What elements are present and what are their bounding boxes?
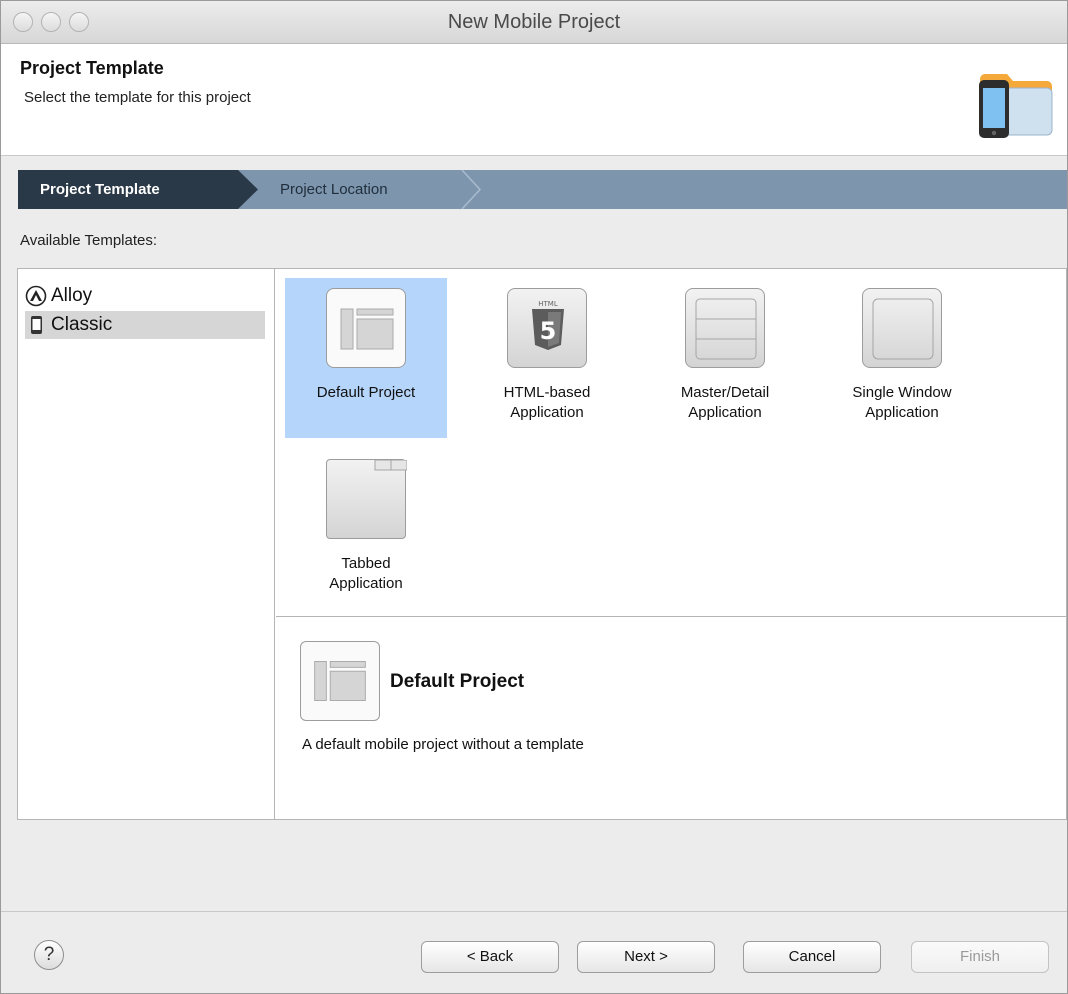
window-title: New Mobile Project — [447, 11, 621, 33]
html5-icon: HTML 5 — [507, 288, 587, 368]
templates-panel: Alloy Classic Default Project HTML 5 HTM… — [17, 268, 1067, 820]
template-single-window-application[interactable]: Single Window Application — [821, 278, 983, 438]
description-text: A default mobile project without a templ… — [302, 736, 584, 753]
svg-text:HTML: HTML — [538, 300, 558, 308]
category-list: Alloy Classic — [18, 269, 275, 819]
template-default-project[interactable]: Default Project — [285, 278, 447, 438]
page-title: Project Template — [20, 58, 164, 78]
page-subtitle: Select the template for this project — [24, 89, 251, 106]
step-project-location[interactable]: Project Location — [276, 170, 486, 209]
next-button[interactable]: Next > — [577, 941, 715, 973]
available-templates-label: Available Templates: — [20, 232, 158, 249]
default-project-icon — [326, 288, 406, 368]
back-button[interactable]: < Back — [421, 941, 559, 973]
template-tabbed-application[interactable]: Tabbed Application — [285, 449, 447, 609]
template-label: Single Window Application — [852, 384, 952, 421]
phone-icon — [31, 316, 42, 334]
footer-divider — [1, 911, 1067, 912]
template-grid: Default Project HTML 5 HTML-based Applica… — [276, 269, 1066, 617]
template-label: Master/Detail Application — [680, 384, 770, 421]
step-project-template[interactable]: Project Template — [18, 170, 258, 209]
template-description: Default Project A default mobile project… — [276, 618, 1066, 819]
master-detail-icon — [685, 288, 765, 368]
template-master-detail-application[interactable]: Master/Detail Application — [644, 278, 806, 438]
template-html-based-application[interactable]: HTML 5 HTML-based Application — [466, 278, 628, 438]
template-label: Tabbed Application — [329, 555, 403, 592]
wizard-steps: Project Template Project Location — [18, 170, 1067, 209]
category-item-alloy[interactable]: Alloy — [25, 282, 265, 310]
help-button[interactable]: ? — [34, 940, 64, 970]
mobile-project-folder-icon — [979, 74, 1053, 138]
category-item-classic[interactable]: Classic — [25, 311, 265, 339]
alloy-icon — [25, 285, 47, 307]
template-label: HTML-based Application — [503, 384, 591, 421]
tabbed-icon — [326, 459, 408, 539]
category-label: Alloy — [51, 285, 93, 306]
single-window-icon — [862, 288, 942, 368]
default-project-icon — [300, 641, 380, 721]
category-label: Classic — [51, 314, 113, 335]
svg-text:5: 5 — [540, 317, 557, 345]
description-title: Default Project — [390, 671, 525, 692]
finish-button[interactable]: Finish — [911, 941, 1049, 973]
wizard-header: Project Template Select the template for… — [1, 44, 1067, 156]
title-bar: New Mobile Project — [1, 1, 1067, 44]
dialog-window: New Mobile Project Project Template Sele… — [0, 0, 1068, 994]
template-label: Default Project — [316, 384, 416, 401]
step-chevron-icon — [461, 170, 482, 209]
cancel-button[interactable]: Cancel — [743, 941, 881, 973]
